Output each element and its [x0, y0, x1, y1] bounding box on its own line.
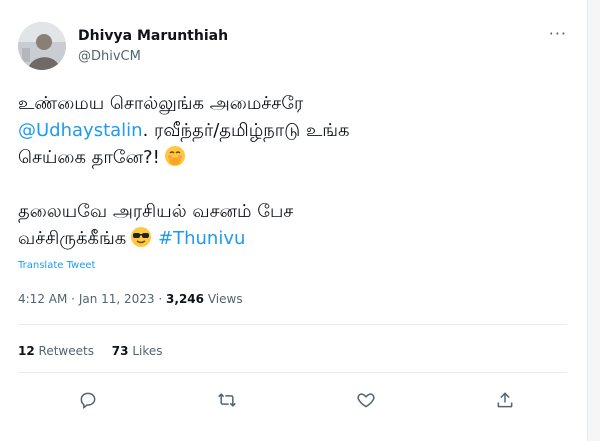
face-with-hand-over-mouth-icon [164, 145, 186, 167]
engagement-stats: 12 Retweets 73 Likes [18, 344, 163, 358]
tweet-line-4: தலையவே அரசியல் வசனம் பேச [18, 201, 294, 222]
translate-tweet-link[interactable]: Translate Tweet [18, 260, 95, 271]
tweet-time[interactable]: 4:12 AM [18, 292, 67, 306]
display-name[interactable]: Dhivya Marunthiah [78, 28, 228, 44]
meta-separator: · [71, 292, 75, 306]
likes-stat[interactable]: 73 Likes [112, 344, 163, 358]
views-count: 3,246 [166, 292, 205, 306]
mention-link[interactable]: @Udhaystalin [18, 120, 143, 141]
tweet-line-3: செய்கை தானே?! [18, 144, 538, 171]
retweets-label: Retweets [38, 344, 94, 358]
tweet-text: உண்மைய சொல்லுங்க அமைச்சரே @Udhaystalin. … [18, 90, 538, 252]
likes-count: 73 [111, 344, 129, 358]
more-horizontal-icon[interactable]: ··· [549, 24, 567, 43]
views-label: Views [207, 292, 243, 306]
retweets-count: 12 [18, 344, 35, 358]
reply-icon[interactable] [74, 386, 102, 414]
avatar[interactable] [18, 22, 66, 70]
tweet-date[interactable]: Jan 11, 2023 [79, 292, 155, 306]
hashtag-link[interactable]: #Thunivu [158, 228, 245, 249]
scrollbar[interactable] [588, 0, 600, 441]
tweet-line-2: @Udhaystalin. ரவீந்தர்/தமிழ்நாடு உங்க [18, 117, 538, 144]
tweet-line-5-text: வச்சிருக்கீங்க [18, 228, 127, 249]
tweet-line-2-text: . ரவீந்தர்/தமிழ்நாடு உங்க [142, 120, 350, 141]
smiling-face-with-sunglasses-icon [130, 226, 152, 248]
share-icon[interactable] [491, 386, 519, 414]
meta-separator: · [158, 292, 163, 306]
divider [18, 372, 567, 373]
tweet-header: Dhivya Marunthiah @DhivCM ··· [18, 22, 567, 70]
tweet-card: Dhivya Marunthiah @DhivCM ··· உண்மைய சொல… [0, 0, 588, 441]
user-handle[interactable]: @DhivCM [78, 49, 141, 64]
retweet-icon[interactable] [213, 386, 241, 414]
retweets-stat[interactable]: 12 Retweets [18, 344, 94, 358]
likes-label: Likes [132, 344, 163, 358]
like-icon[interactable] [352, 386, 380, 414]
divider [18, 324, 567, 325]
tweet-meta: 4:12 AM · Jan 11, 2023 · 3,246 Views [18, 292, 243, 306]
tweet-line-3-text: செய்கை தானே?! [18, 147, 160, 168]
tweet-actions [18, 386, 567, 414]
tweet-line-5: வச்சிருக்கீங்க #Thunivu [18, 225, 538, 252]
tweet-line-1: உண்மைய சொல்லுங்க அமைச்சரே [18, 93, 304, 114]
